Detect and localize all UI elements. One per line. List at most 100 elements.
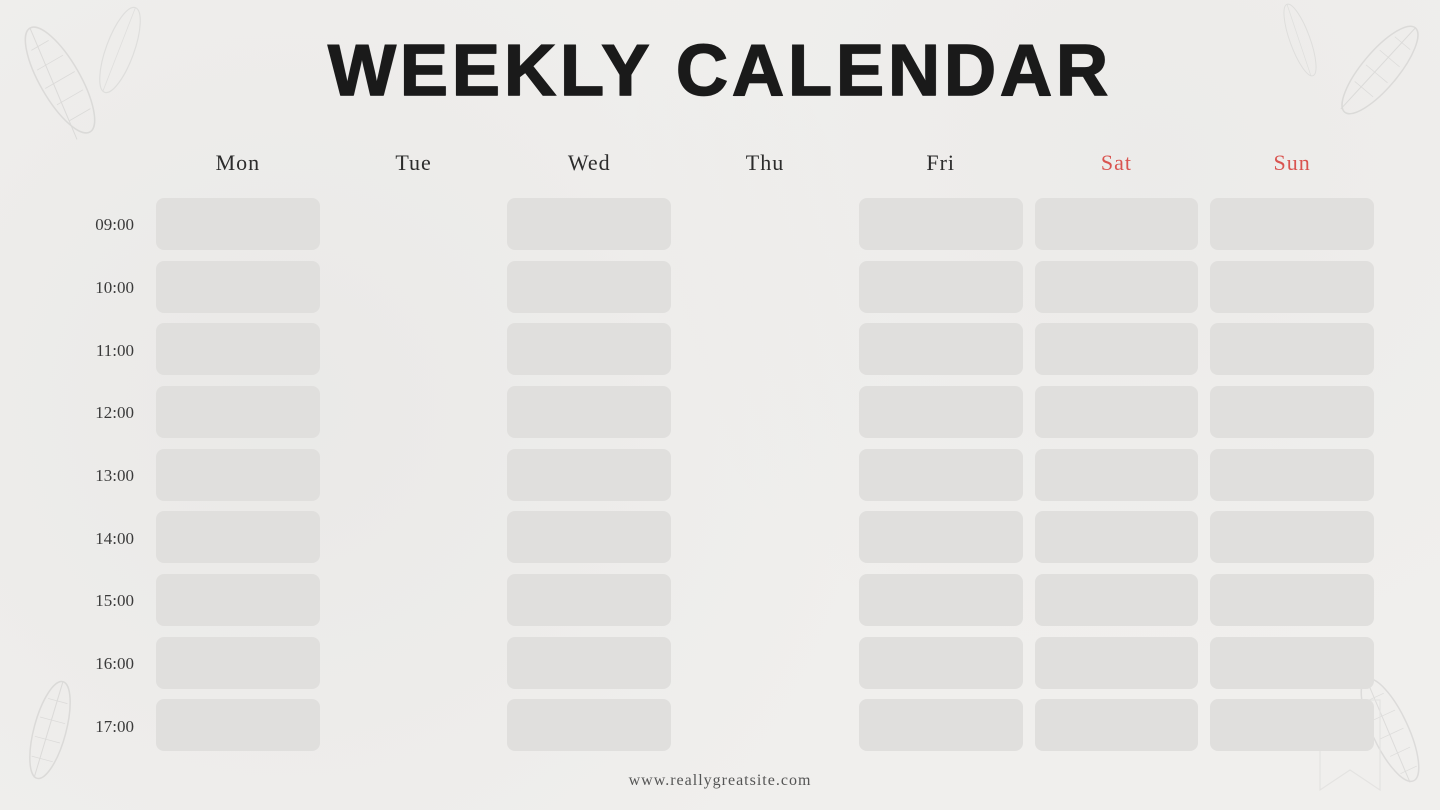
time-slot-fri-5: [853, 507, 1029, 570]
slot-inner: [683, 323, 847, 375]
time-slot-mon-0: [150, 194, 326, 257]
time-slot-mon-1: [150, 257, 326, 320]
slot-inner: [1210, 511, 1374, 563]
slot-inner: [332, 386, 496, 438]
slot-inner: [156, 574, 320, 626]
time-slot-fri-4: [853, 445, 1029, 508]
time-slot-fri-6: [853, 570, 1029, 633]
day-header-thu: Thu: [677, 140, 853, 194]
slot-inner: [507, 386, 671, 438]
footer-url: www.reallygreatsite.com: [629, 772, 812, 790]
time-slot-sat-1: [1029, 257, 1205, 320]
time-label-2: 11:00: [60, 319, 150, 382]
time-slot-sun-3: [1204, 382, 1380, 445]
slot-inner: [507, 637, 671, 689]
slot-inner: [332, 198, 496, 250]
time-slot-mon-2: [150, 319, 326, 382]
slot-inner: [859, 574, 1023, 626]
time-slot-fri-8: [853, 695, 1029, 758]
slot-inner: [683, 574, 847, 626]
time-slot-tue-4: [326, 445, 502, 508]
time-label-5: 14:00: [60, 507, 150, 570]
slot-inner: [683, 637, 847, 689]
time-slot-fri-2: [853, 319, 1029, 382]
slot-inner: [683, 511, 847, 563]
time-slot-sun-5: [1204, 507, 1380, 570]
day-header-sun: Sun: [1204, 140, 1380, 194]
time-slot-wed-2: [501, 319, 677, 382]
time-slot-thu-6: [677, 570, 853, 633]
slot-inner: [1210, 261, 1374, 313]
time-slot-sun-2: [1204, 319, 1380, 382]
time-slot-sun-7: [1204, 633, 1380, 696]
slot-inner: [1210, 323, 1374, 375]
slot-inner: [683, 386, 847, 438]
time-label-4: 13:00: [60, 445, 150, 508]
time-slot-fri-7: [853, 633, 1029, 696]
slot-inner: [156, 511, 320, 563]
time-slot-wed-1: [501, 257, 677, 320]
slot-inner: [683, 449, 847, 501]
time-label-8: 17:00: [60, 695, 150, 758]
slot-inner: [859, 323, 1023, 375]
slot-inner: [1210, 198, 1374, 250]
slot-inner: [1035, 198, 1199, 250]
slot-inner: [1210, 637, 1374, 689]
slot-inner: [156, 261, 320, 313]
time-slot-sat-7: [1029, 633, 1205, 696]
slot-inner: [859, 449, 1023, 501]
slot-inner: [859, 637, 1023, 689]
time-slot-tue-0: [326, 194, 502, 257]
day-header-fri: Fri: [853, 140, 1029, 194]
time-slot-tue-7: [326, 633, 502, 696]
slot-inner: [156, 323, 320, 375]
time-slot-sat-0: [1029, 194, 1205, 257]
time-slot-tue-8: [326, 695, 502, 758]
time-label-7: 16:00: [60, 633, 150, 696]
slot-inner: [859, 386, 1023, 438]
slot-inner: [1035, 323, 1199, 375]
slot-inner: [507, 323, 671, 375]
time-slot-tue-5: [326, 507, 502, 570]
time-slot-thu-3: [677, 382, 853, 445]
slot-inner: [332, 261, 496, 313]
time-slot-wed-6: [501, 570, 677, 633]
slot-inner: [1035, 449, 1199, 501]
page-title: WEEKLY CALENDAR: [328, 30, 1112, 112]
day-header-wed: Wed: [501, 140, 677, 194]
time-slot-sat-6: [1029, 570, 1205, 633]
corner-cell: [60, 140, 150, 194]
time-slot-thu-4: [677, 445, 853, 508]
slot-inner: [1210, 449, 1374, 501]
slot-inner: [332, 511, 496, 563]
time-slot-sun-4: [1204, 445, 1380, 508]
time-slot-mon-8: [150, 695, 326, 758]
time-slot-wed-4: [501, 445, 677, 508]
slot-inner: [1035, 637, 1199, 689]
time-slot-sun-1: [1204, 257, 1380, 320]
slot-inner: [332, 574, 496, 626]
day-header-mon: Mon: [150, 140, 326, 194]
slot-inner: [859, 198, 1023, 250]
slot-inner: [1035, 511, 1199, 563]
day-header-tue: Tue: [326, 140, 502, 194]
day-header-sat: Sat: [1029, 140, 1205, 194]
slot-inner: [332, 699, 496, 751]
slot-inner: [1210, 386, 1374, 438]
slot-inner: [1035, 261, 1199, 313]
time-label-1: 10:00: [60, 257, 150, 320]
time-slot-thu-1: [677, 257, 853, 320]
time-slot-mon-7: [150, 633, 326, 696]
time-slot-mon-4: [150, 445, 326, 508]
time-slot-thu-8: [677, 695, 853, 758]
slot-inner: [332, 323, 496, 375]
calendar-grid: MonTueWedThuFriSatSun09:0010:0011:0012:0…: [60, 140, 1380, 758]
slot-inner: [507, 511, 671, 563]
slot-inner: [156, 449, 320, 501]
slot-inner: [332, 637, 496, 689]
time-slot-sat-2: [1029, 319, 1205, 382]
slot-inner: [156, 198, 320, 250]
time-slot-wed-8: [501, 695, 677, 758]
time-slot-wed-7: [501, 633, 677, 696]
slot-inner: [1210, 699, 1374, 751]
